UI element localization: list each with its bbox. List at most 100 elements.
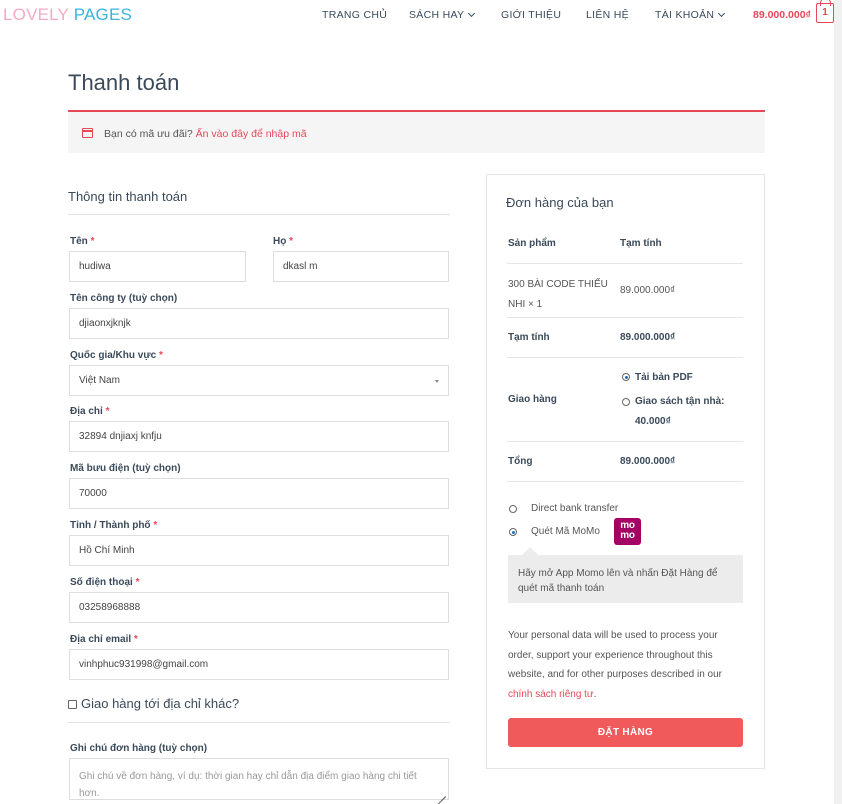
nav-home[interactable]: TRANG CHỦ (322, 9, 387, 21)
product-price: 89.000.000₫ (620, 285, 676, 296)
product-name: 300 BÀI CODE THIẾU NHI × 1 (508, 275, 608, 315)
country-label-text: Quốc gia/Khu vực (70, 350, 157, 361)
order-title: Đơn hàng của bạn (506, 195, 614, 210)
required-mark: * (133, 634, 138, 645)
coupon-link[interactable]: Ấn vào đây để nhập mã (196, 128, 307, 140)
shipping-home-label[interactable]: Giao sách tận nhà: (635, 396, 724, 407)
site-logo[interactable]: LOVELY PAGES (3, 5, 132, 25)
logo-text-pages: PAGES (73, 5, 133, 24)
product-qty: × 1 (528, 299, 543, 310)
shipping-pdf-radio[interactable] (622, 373, 630, 381)
city-label-text: Tỉnh / Thành phố (70, 520, 151, 531)
company-input[interactable]: djiaonxjknjk (69, 308, 449, 339)
billing-title: Thông tin thanh toán (68, 189, 188, 204)
cart-count: 1 (822, 7, 828, 18)
shipping-home-price: 40.000₫ (635, 416, 671, 427)
product-name-line1: 300 BÀI CODE THIẾU (508, 279, 608, 290)
required-mark: * (105, 406, 110, 417)
nav-account[interactable]: TÀI KHOẢN (655, 9, 726, 21)
coupon-text: Bạn có mã ưu đãi? Ấn vào đây để nhập mã (104, 128, 307, 140)
total-value: 89.000.000₫ (620, 456, 676, 467)
city-input[interactable]: Hồ Chí Minh (69, 535, 449, 566)
nav-about[interactable]: GIỚI THIỆU (501, 9, 561, 21)
shipping-label: Giao hàng (508, 394, 557, 405)
required-mark: * (135, 577, 140, 588)
privacy-text: Your personal data will be used to proce… (508, 630, 723, 680)
first-name-label-text: Tên (70, 236, 88, 247)
momo-description-box: Hãy mở App Momo lên và nhấn Đặt Hàng để … (508, 547, 743, 603)
postcode-label: Mã bưu điện (tuỳ chọn) (70, 463, 181, 474)
required-mark: * (153, 520, 158, 531)
required-mark: * (90, 236, 95, 247)
cart-bag-icon[interactable]: 1 (816, 0, 834, 23)
required-mark: * (289, 236, 294, 247)
address-input[interactable]: 32894 dnjiaxj knfju (69, 421, 449, 452)
subtotal-value: 89.000.000₫ (620, 332, 676, 343)
nav-account-label: TÀI KHOẢN (655, 9, 715, 21)
resize-handle-icon[interactable] (436, 787, 446, 797)
nav-contact[interactable]: LIÊN HỆ (586, 9, 629, 21)
address-label-text: Địa chỉ (70, 406, 103, 417)
momo-description: Hãy mở App Momo lên và nhấn Đặt Hàng để … (518, 568, 718, 594)
privacy-policy-link[interactable]: chính sách riêng tư (508, 689, 594, 700)
privacy-notice: Your personal data will be used to proce… (508, 626, 740, 704)
payment-momo-label[interactable]: Quét Mã MoMo (531, 526, 600, 537)
ship-different-checkbox[interactable] (68, 700, 77, 709)
subtotal-label: Tạm tính (508, 332, 550, 343)
page-scrollbar[interactable] (834, 0, 842, 804)
order-notes-label: Ghi chú đơn hàng (tuỳ chọn) (70, 743, 208, 754)
nav-books[interactable]: SÁCH HAY (409, 9, 476, 21)
site-header: LOVELY PAGES TRANG CHỦ SÁCH HAY GIỚI THI… (0, 0, 834, 30)
country-select[interactable]: Việt Nam (69, 365, 449, 396)
city-label: Tỉnh / Thành phố * (70, 520, 157, 531)
email-label: Địa chỉ email * (70, 634, 138, 645)
chevron-down-icon (718, 9, 726, 18)
calendar-icon (81, 128, 93, 138)
company-label: Tên công ty (tuỳ chọn) (70, 293, 178, 304)
momo-logo-icon: mo mo (614, 518, 641, 545)
coupon-notice: Bạn có mã ưu đãi? Ấn vào đây để nhập mã (68, 110, 765, 153)
row-divider (507, 263, 743, 264)
last-name-label: Họ * (273, 236, 293, 247)
col-subtotal-header: Tạm tính (620, 238, 662, 249)
last-name-input[interactable]: dkasl m (273, 251, 449, 282)
total-label: Tổng (508, 456, 533, 467)
email-input[interactable]: vinhphuc931998@gmail.com (69, 649, 449, 680)
phone-input[interactable]: 03258968888 (69, 592, 449, 623)
cart-total[interactable]: 89.000.000₫ (753, 9, 811, 21)
order-notes-placeholder: Ghi chú về đơn hàng, ví dụ: thời gian ha… (79, 771, 417, 799)
required-mark: * (158, 350, 163, 361)
row-divider (507, 357, 743, 358)
shipping-pdf-label[interactable]: Tải bản PDF (635, 372, 693, 383)
first-name-label: Tên * (70, 236, 94, 247)
nav-books-label: SÁCH HAY (409, 9, 465, 21)
email-label-text: Địa chỉ email (70, 634, 132, 645)
privacy-end: . (593, 688, 597, 700)
payment-momo-radio[interactable] (509, 528, 517, 536)
product-name-line2: NHI (508, 299, 526, 310)
page-title: Thanh toán (68, 70, 180, 95)
row-divider (507, 481, 743, 482)
country-select-value: Việt Nam (79, 375, 120, 386)
row-divider (507, 441, 743, 442)
postcode-input[interactable]: 70000 (69, 478, 449, 509)
order-notes-textarea[interactable]: Ghi chú về đơn hàng, ví dụ: thời gian ha… (69, 758, 449, 800)
chevron-down-icon (468, 9, 476, 18)
coupon-question: Bạn có mã ưu đãi? (104, 128, 193, 140)
phone-label-text: Số điện thoại (70, 577, 133, 588)
first-name-input[interactable]: hudiwa (69, 251, 246, 282)
shipping-home-radio[interactable] (622, 398, 630, 406)
place-order-button[interactable]: ĐẶT HÀNG (508, 718, 743, 747)
payment-bank-label[interactable]: Direct bank transfer (531, 503, 618, 514)
shipping-divider (68, 722, 450, 723)
country-label: Quốc gia/Khu vực * (70, 350, 163, 361)
dropdown-arrow-icon (435, 380, 439, 383)
payment-bank-radio[interactable] (509, 505, 517, 513)
logo-text-lovely: LOVELY (3, 5, 69, 24)
row-divider (507, 317, 743, 318)
momo-logo-line2: mo (620, 530, 635, 541)
phone-label: Số điện thoại * (70, 577, 139, 588)
ship-different-label[interactable]: Giao hàng tới địa chỉ khác? (81, 696, 239, 711)
billing-divider (68, 214, 450, 215)
last-name-label-text: Họ (273, 236, 287, 247)
